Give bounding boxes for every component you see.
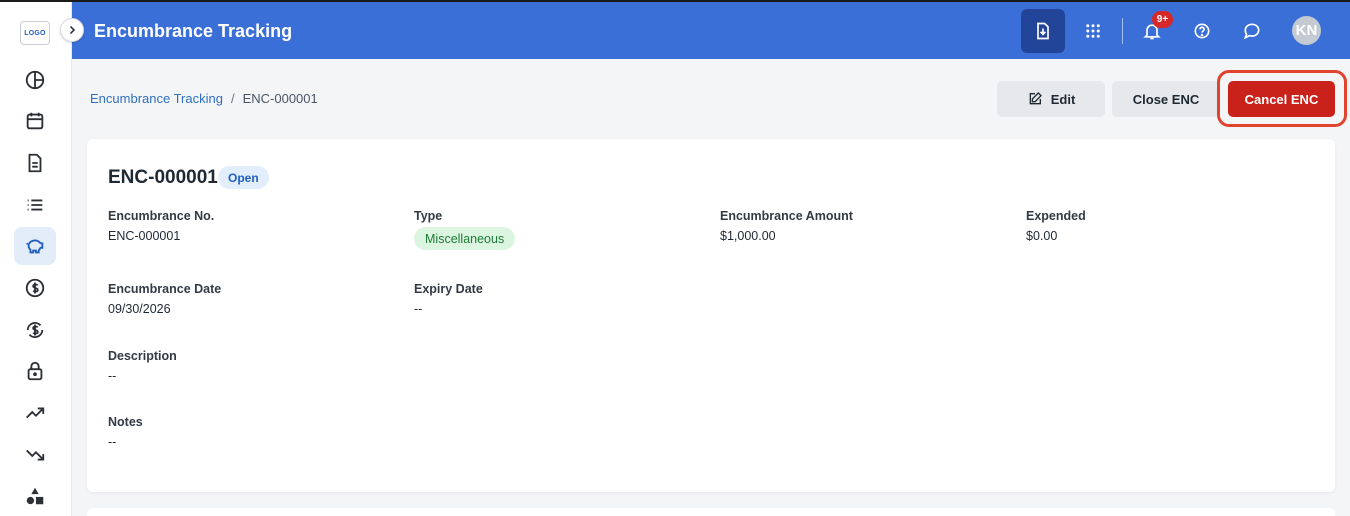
edit-button-label: Edit: [1050, 91, 1076, 107]
field-value: 09/30/2026: [108, 302, 171, 316]
dollar-exchange-icon[interactable]: [14, 311, 56, 349]
encumbrance-details-card: ENC-000001 Open Encumbrance No. ENC-0000…: [87, 139, 1335, 492]
field-label: Expiry Date: [414, 282, 483, 296]
page-header-title: Encumbrance Tracking: [94, 21, 293, 41]
field-encumbrance-no: Encumbrance No. ENC-000001: [108, 209, 214, 243]
sidebar: LOGO: [0, 2, 72, 516]
field-expended: Expended $0.00: [1026, 209, 1086, 243]
help-circle-icon: [1194, 23, 1210, 39]
field-value: $0.00: [1026, 229, 1058, 243]
field-expiry-date: Expiry Date --: [414, 282, 483, 316]
piggy-bank-icon[interactable]: [14, 227, 56, 265]
chart-pie-icon[interactable]: [14, 61, 56, 99]
secondary-card: [87, 508, 1335, 516]
field-label: Type: [414, 209, 443, 223]
type-badge: Miscellaneous: [414, 227, 516, 250]
close-enc-button-label: Close ENC: [1132, 91, 1200, 107]
field-type: Type Miscellaneous: [414, 209, 516, 250]
field-label: Description: [108, 349, 177, 363]
user-avatar[interactable]: KN: [1292, 16, 1321, 45]
notification-badge: 9+: [1152, 11, 1173, 28]
download-button[interactable]: [1021, 9, 1065, 53]
trending-up-icon[interactable]: [14, 394, 56, 432]
dollar-circle-icon[interactable]: [14, 269, 56, 307]
chat-button[interactable]: [1230, 9, 1274, 53]
cancel-enc-button[interactable]: Cancel ENC: [1228, 81, 1335, 117]
field-label: Encumbrance Amount: [720, 209, 853, 223]
breadcrumb: Encumbrance Tracking / ENC-000001: [90, 91, 318, 106]
record-title: ENC-000001: [108, 167, 218, 188]
document-icon[interactable]: [14, 144, 56, 182]
download-icon: [1037, 22, 1049, 40]
trending-down-icon[interactable]: [14, 436, 56, 474]
edit-icon: [1029, 92, 1042, 105]
close-enc-button[interactable]: Close ENC: [1112, 81, 1220, 117]
breadcrumb-parent-link[interactable]: Encumbrance Tracking: [90, 91, 223, 106]
apps-button[interactable]: [1071, 9, 1115, 53]
field-label: Encumbrance Date: [108, 282, 222, 296]
sidebar-toggle-button[interactable]: [60, 18, 84, 42]
lock-icon[interactable]: [14, 352, 56, 390]
field-value: $1,000.00: [720, 229, 776, 243]
app-logo[interactable]: LOGO: [20, 21, 50, 45]
header-divider: [1122, 18, 1123, 44]
shapes-icon[interactable]: [14, 477, 56, 515]
field-value: --: [108, 369, 117, 383]
field-notes: Notes --: [108, 415, 143, 449]
help-button[interactable]: [1180, 9, 1224, 53]
list-icon[interactable]: [14, 186, 56, 224]
field-label: Notes: [108, 415, 143, 429]
field-label: Encumbrance No.: [108, 209, 215, 223]
field-encumbrance-date: Encumbrance Date 09/30/2026: [108, 282, 221, 316]
chat-bubble-icon: [1243, 23, 1260, 40]
breadcrumb-separator: /: [230, 91, 235, 106]
field-description: Description --: [108, 349, 177, 383]
top-header: Encumbrance Tracking 9+ KN: [72, 2, 1350, 59]
field-encumbrance-amount: Encumbrance Amount $1,000.00: [720, 209, 853, 243]
cancel-enc-button-label: Cancel ENC: [1244, 91, 1319, 107]
chevron-right-icon: [69, 25, 76, 35]
edit-button[interactable]: Edit: [997, 81, 1105, 117]
field-value: --: [414, 302, 423, 316]
field-value: --: [108, 435, 117, 449]
grid-icon: [1086, 24, 1100, 38]
breadcrumb-current: ENC-000001: [242, 91, 318, 106]
calendar-icon[interactable]: [14, 102, 56, 140]
field-label: Expended: [1026, 209, 1086, 223]
status-badge: Open: [218, 166, 269, 189]
field-value: ENC-000001: [108, 229, 181, 243]
